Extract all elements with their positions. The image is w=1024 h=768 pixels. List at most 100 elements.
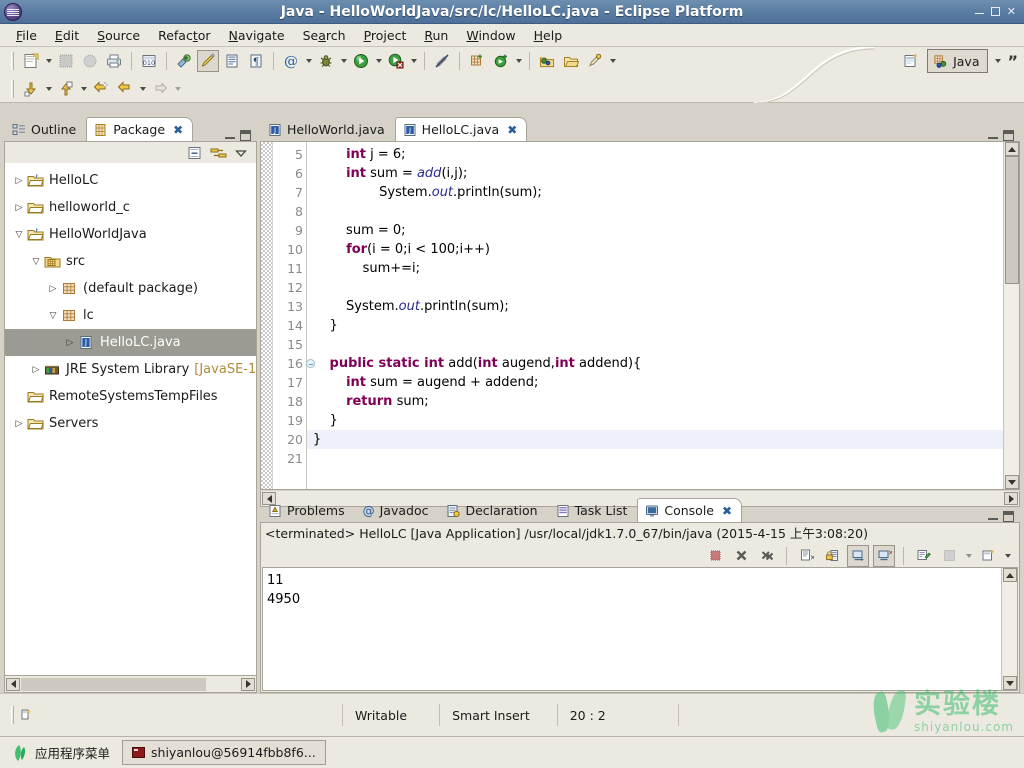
tree-item-hellolc[interactable]: ▷ HelloLC bbox=[5, 167, 256, 194]
debug-arrow[interactable] bbox=[338, 50, 349, 72]
search-ref-arrow[interactable] bbox=[607, 50, 618, 72]
close-icon[interactable]: ✖ bbox=[507, 123, 517, 137]
menu-refactor[interactable]: Refactor bbox=[149, 26, 219, 45]
menu-help[interactable]: Help bbox=[525, 26, 572, 45]
chevron-down-icon[interactable]: ▽ bbox=[45, 311, 61, 321]
view-menu-icon[interactable] bbox=[234, 146, 248, 160]
chevron-right-icon[interactable]: ▷ bbox=[62, 338, 78, 348]
scroll-thumb[interactable] bbox=[1004, 156, 1019, 284]
scroll-track[interactable] bbox=[1004, 156, 1019, 475]
tree-item-src[interactable]: ▽ src bbox=[5, 248, 256, 275]
scroll-up-arrow[interactable] bbox=[1002, 568, 1017, 582]
menu-search[interactable]: Search bbox=[294, 26, 355, 45]
debug-icon[interactable] bbox=[315, 50, 337, 72]
scroll-up-arrow[interactable] bbox=[1004, 142, 1019, 156]
history-arrow[interactable] bbox=[137, 78, 148, 100]
search-ref-icon[interactable] bbox=[584, 50, 606, 72]
pin-console-icon[interactable]: ✕ bbox=[873, 544, 895, 567]
menu-project[interactable]: Project bbox=[355, 26, 416, 45]
link-with-editor-icon[interactable] bbox=[210, 145, 227, 161]
run-arrow[interactable] bbox=[373, 50, 384, 72]
scroll-track[interactable] bbox=[1002, 582, 1017, 676]
print-icon[interactable] bbox=[103, 50, 125, 72]
chevron-down-icon[interactable]: ▽ bbox=[11, 230, 27, 240]
chevron-right-icon[interactable]: ▷ bbox=[11, 203, 27, 213]
perspective-java-button[interactable]: Java bbox=[927, 49, 989, 73]
forward-history-icon[interactable] bbox=[114, 78, 136, 100]
open-task-icon[interactable]: @ bbox=[280, 50, 302, 72]
skip-breakpoints-icon[interactable] bbox=[431, 50, 453, 72]
chevron-down-icon[interactable]: ▽ bbox=[28, 257, 44, 267]
word-wrap-icon[interactable] bbox=[847, 544, 869, 567]
scroll-down-arrow[interactable] bbox=[1004, 475, 1019, 489]
run-last-arrow[interactable] bbox=[408, 50, 419, 72]
marker-ruler[interactable] bbox=[261, 142, 273, 489]
close-button[interactable]: ✕ bbox=[1007, 6, 1016, 17]
code-text-area[interactable]: int j = 6; int sum = add(i,j); System.ou… bbox=[307, 142, 1003, 489]
new-annotation-icon[interactable] bbox=[490, 50, 512, 72]
maximize-icon[interactable] bbox=[240, 130, 251, 141]
menu-edit[interactable]: Edit bbox=[46, 26, 88, 45]
open-perspective-icon[interactable] bbox=[900, 50, 922, 72]
tree-item-default-package[interactable]: ▷ (default package) bbox=[5, 275, 256, 302]
package-explorer-tree[interactable]: ▷ HelloLC ▷ helloworld_c ▽ HelloWorldJava ▽ src… bbox=[4, 163, 257, 676]
next-annotation-icon[interactable] bbox=[20, 78, 42, 100]
tab-problems[interactable]: Problems bbox=[260, 498, 355, 522]
tree-item-servers[interactable]: ▷ Servers bbox=[5, 410, 256, 437]
application-menu-button[interactable]: 应用程序菜单 bbox=[6, 743, 116, 762]
menu-window[interactable]: Window bbox=[457, 26, 524, 45]
toolbar-overflow-icon[interactable]: ” bbox=[1007, 52, 1018, 71]
next-annotation-arrow[interactable] bbox=[43, 78, 54, 100]
clear-console-icon[interactable]: ✕ bbox=[795, 545, 817, 567]
open-folder-icon[interactable] bbox=[560, 50, 582, 72]
forward-arrow-dropdown[interactable] bbox=[172, 78, 183, 100]
display-selected-console-icon[interactable] bbox=[912, 545, 934, 567]
prev-annotation-icon[interactable] bbox=[55, 78, 77, 100]
tab-console[interactable]: Console ✖ bbox=[637, 498, 743, 522]
editor-vscrollbar[interactable] bbox=[1003, 142, 1019, 489]
chevron-right-icon[interactable]: ▷ bbox=[11, 176, 27, 186]
view-menu-arrow[interactable] bbox=[1002, 545, 1013, 567]
scroll-down-arrow[interactable] bbox=[1002, 676, 1017, 690]
tree-item-helloworld-c[interactable]: ▷ helloworld_c bbox=[5, 194, 256, 221]
pilcrow-icon[interactable]: ¶ bbox=[245, 50, 267, 72]
pencil-marker-icon[interactable] bbox=[197, 50, 219, 72]
new-java-project-icon[interactable] bbox=[173, 50, 195, 72]
chevron-right-icon[interactable]: ▷ bbox=[45, 284, 61, 294]
new-console-view-icon[interactable] bbox=[977, 545, 999, 567]
open-type-icon[interactable] bbox=[221, 50, 243, 72]
minimize-icon[interactable] bbox=[988, 517, 998, 520]
taskbar-window-terminal[interactable]: shiyanlou@56914fbb8f6... bbox=[122, 740, 326, 765]
scroll-lock-icon[interactable] bbox=[821, 545, 843, 567]
tab-helloworld-java[interactable]: J HelloWorld.java bbox=[260, 117, 395, 141]
new-class-icon[interactable] bbox=[466, 50, 488, 72]
menu-navigate[interactable]: Navigate bbox=[220, 26, 294, 45]
toolbar-grip[interactable] bbox=[11, 52, 14, 70]
tab-task-list[interactable]: Task List bbox=[548, 498, 638, 522]
console-output-panel[interactable]: 11 4950 bbox=[262, 567, 1018, 691]
chevron-right-icon[interactable]: ▷ bbox=[11, 419, 27, 429]
maximize-icon[interactable] bbox=[1003, 511, 1014, 522]
collapse-all-icon[interactable] bbox=[187, 145, 203, 161]
maximize-icon[interactable] bbox=[1003, 130, 1014, 141]
toggle-binary-icon[interactable]: 010 bbox=[138, 50, 160, 72]
open-console-arrow[interactable] bbox=[963, 545, 974, 567]
new-annotation-arrow[interactable] bbox=[513, 50, 524, 72]
tab-javadoc[interactable]: @ Javadoc bbox=[355, 498, 439, 522]
tab-package-explorer[interactable]: Package ✖ bbox=[86, 117, 194, 141]
toolbar-grip[interactable] bbox=[11, 79, 14, 98]
minimize-icon[interactable] bbox=[225, 136, 235, 139]
prev-annotation-arrow[interactable] bbox=[78, 78, 89, 100]
tab-outline[interactable]: Outline bbox=[4, 117, 86, 141]
new-wizard-icon[interactable] bbox=[20, 50, 42, 72]
close-icon[interactable]: ✖ bbox=[722, 504, 732, 518]
tab-hellolc-java[interactable]: J HelloLC.java ✖ bbox=[394, 117, 528, 141]
minimize-icon[interactable] bbox=[988, 136, 998, 139]
open-package-icon[interactable] bbox=[536, 50, 558, 72]
remove-all-launches-icon[interactable] bbox=[756, 545, 778, 567]
minimize-button[interactable] bbox=[974, 12, 984, 14]
tree-item-helloworldjava[interactable]: ▽ HelloWorldJava bbox=[5, 221, 256, 248]
chevron-down-icon[interactable] bbox=[992, 50, 1003, 72]
run-icon[interactable] bbox=[350, 50, 372, 72]
package-explorer-hscrollbar[interactable] bbox=[4, 676, 257, 693]
